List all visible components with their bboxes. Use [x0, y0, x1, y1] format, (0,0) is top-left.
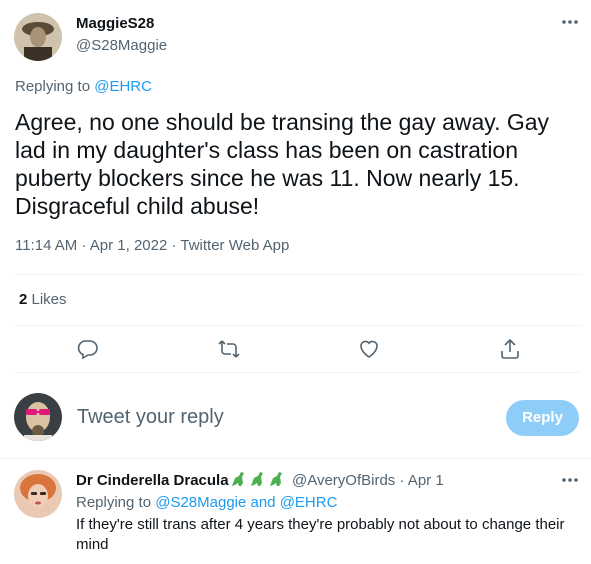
tweet-meta[interactable]: 11:14 AM · Apr 1, 2022 · Twitter Web App: [15, 237, 289, 254]
author-name[interactable]: MaggieS28: [76, 15, 154, 32]
more-options-icon[interactable]: [558, 14, 582, 30]
likes-count[interactable]: 2 Likes: [19, 291, 67, 308]
reply-author-name[interactable]: Dr Cinderella Dracula: [76, 472, 229, 489]
reply-input[interactable]: Tweet your reply: [77, 406, 224, 429]
dinosaur-emoji-icon: [230, 470, 290, 490]
replying-to-mentions[interactable]: @S28Maggie and @EHRC: [155, 494, 337, 511]
reply-text: If they're still trans after 4 years the…: [76, 516, 565, 553]
divider: [15, 274, 581, 275]
reply-author-avatar[interactable]: [14, 470, 62, 518]
divider: [15, 325, 581, 326]
replying-prefix: Replying to: [15, 78, 95, 95]
likes-label: Likes: [27, 291, 67, 308]
divider: [15, 372, 581, 373]
replying-to-mention[interactable]: @EHRC: [94, 78, 152, 95]
divider: [0, 458, 591, 459]
current-user-avatar[interactable]: [14, 393, 62, 441]
reply-icon[interactable]: [76, 337, 100, 361]
like-icon[interactable]: [357, 337, 381, 361]
tweet-text: Agree, no one should be transing the gay…: [15, 109, 550, 219]
retweet-icon[interactable]: [217, 337, 241, 361]
reply-button[interactable]: Reply: [506, 400, 579, 436]
replying-prefix: Replying to: [76, 494, 156, 511]
author-avatar[interactable]: [14, 13, 62, 61]
share-icon[interactable]: [498, 337, 522, 361]
replying-to-line: Replying to @EHRC: [15, 78, 152, 95]
author-handle[interactable]: @S28Maggie: [76, 37, 167, 54]
reply-replying-to-line: Replying to @S28Maggie and @EHRC: [76, 494, 337, 511]
more-options-icon[interactable]: [558, 472, 582, 488]
reply-author-handle[interactable]: @AveryOfBirds · Apr 1: [292, 472, 444, 489]
